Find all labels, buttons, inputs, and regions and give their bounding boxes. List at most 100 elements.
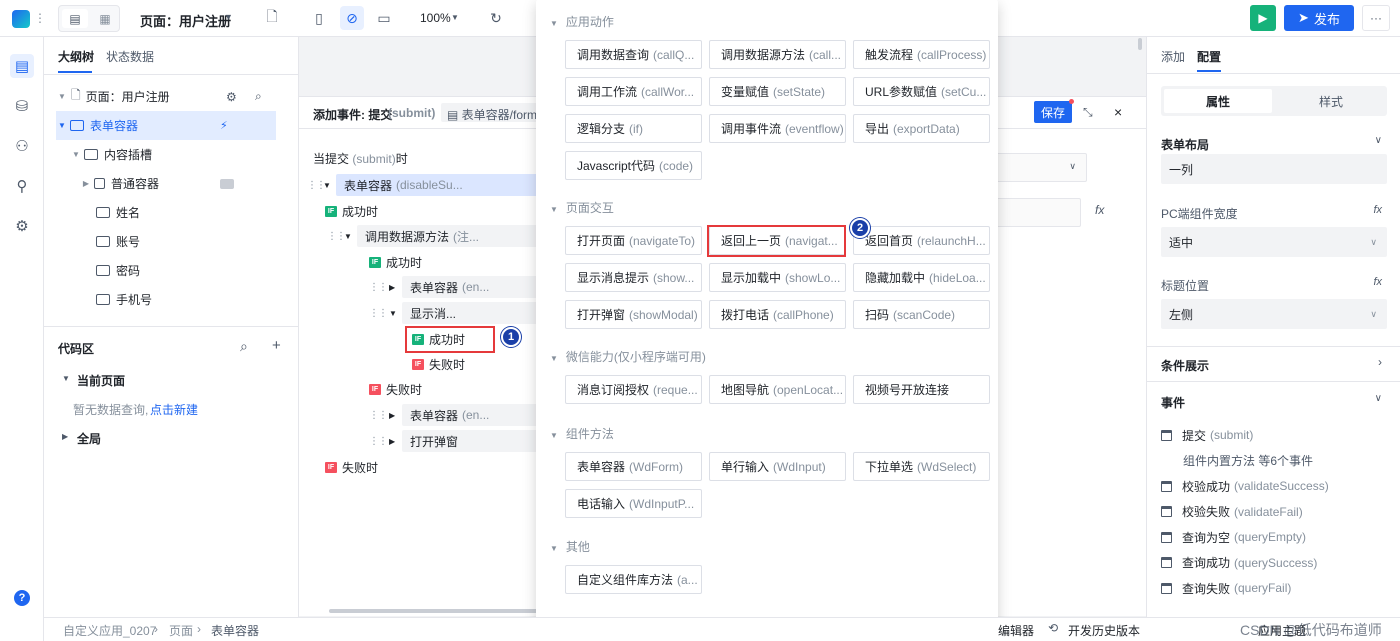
help-icon[interactable]: ? (14, 590, 30, 606)
section-title[interactable]: ▼ 页面交互 (550, 199, 614, 216)
breadcrumb-component[interactable]: 表单容器 (211, 622, 259, 639)
more-button[interactable]: ··· (1362, 5, 1390, 31)
drag-handle-icon[interactable]: ⋮⋮ (369, 302, 388, 324)
tab-state-data[interactable]: 状态数据 (106, 48, 154, 65)
outline-rail-icon[interactable]: ▤ (10, 54, 34, 78)
action-node-show-toast[interactable]: 显示消... (402, 302, 539, 324)
caret-icon[interactable]: ▼ (323, 181, 331, 190)
caret-icon[interactable]: ▼ (344, 232, 352, 241)
action-node-form-enable[interactable]: 表单容器 (en... (402, 276, 539, 298)
section-title[interactable]: ▼ 组件方法 (550, 425, 614, 442)
tree-item-phone[interactable]: 手机号 (94, 285, 314, 314)
popup-scrollbar[interactable] (1138, 38, 1142, 50)
drag-handle-icon[interactable]: ⋮⋮ (369, 404, 388, 426)
fx-icon[interactable]: fx (1373, 276, 1382, 288)
add-icon[interactable]: + (272, 337, 281, 354)
flow-icon[interactable]: ⚇ (10, 134, 34, 158)
drag-handle-icon[interactable]: ⋮⋮ (369, 276, 388, 298)
chevron-down-icon[interactable]: ▼ (224, 12, 233, 22)
action-option[interactable]: 返回首页 (relaunchH... (853, 226, 990, 255)
action-option[interactable]: 调用数据源方法 (call... (709, 40, 846, 69)
condition-display-title[interactable]: 条件展示 (1161, 357, 1209, 374)
action-node-form-enable-2[interactable]: 表单容器 (en... (402, 404, 539, 426)
search-icon[interactable]: ⌕ (255, 89, 262, 104)
action-option[interactable]: 调用工作流 (callWor... (565, 77, 702, 106)
branch-success-1[interactable]: IF 成功时 (325, 200, 378, 222)
section-title[interactable]: ▼ 微信能力(仅小程序端可用) (550, 348, 706, 365)
action-option[interactable]: 扫码 (scanCode) (853, 300, 990, 329)
action-option[interactable]: 地图导航 (openLocat... (709, 375, 846, 404)
grid-view-icon[interactable]: ▦ (92, 9, 118, 28)
action-option[interactable]: 下拉单选 (WdSelect) (853, 452, 990, 481)
page-selector[interactable]: 页面：用户注册 (140, 11, 231, 30)
logo-menu-icon[interactable]: ⋮ (34, 11, 46, 25)
settings-icon[interactable]: ⚙ (10, 214, 34, 238)
action-option[interactable]: 显示消息提示 (show... (565, 263, 702, 292)
action-option[interactable]: 电话输入 (WdInputP... (565, 489, 702, 518)
drag-handle-icon[interactable]: ⋮⋮ (307, 174, 326, 196)
fx-icon[interactable]: fx (1373, 204, 1382, 216)
tree-item-container[interactable]: ▶ 普通容器 (80, 169, 300, 198)
action-option[interactable]: 自定义组件库方法 (a... (565, 565, 702, 594)
branch-fail-3[interactable]: IF 失败时 (412, 353, 465, 375)
action-option[interactable]: Javascript代码 (code) (565, 151, 702, 180)
create-link[interactable]: 点击新建 (150, 401, 198, 418)
action-option[interactable]: 调用事件流 (eventflow) (709, 114, 846, 143)
action-node-open-modal[interactable]: 打开弹窗 (402, 430, 539, 452)
action-option[interactable]: 拨打电话 (callPhone) (709, 300, 846, 329)
action-option[interactable]: 调用数据查询 (callQ... (565, 40, 702, 69)
collapse-icon[interactable]: ⤡ (1083, 105, 1093, 120)
editor-link[interactable]: 编辑器 (998, 622, 1034, 639)
action-option[interactable]: 表单容器 (WdForm) (565, 452, 702, 481)
drag-handle-icon[interactable]: ⋮⋮ (369, 430, 388, 452)
section-title[interactable]: ▼ 其他 (550, 538, 590, 555)
outline-view-icon[interactable]: ▤ (62, 9, 88, 28)
subtab-style[interactable]: 样式 (1277, 89, 1385, 113)
action-option[interactable]: 隐藏加载中 (hideLoa... (853, 263, 990, 292)
action-option[interactable]: 打开页面 (navigateTo) (565, 226, 702, 255)
desktop-preview-icon[interactable]: ▭ (372, 6, 396, 30)
form-layout-select[interactable]: 一列 (1161, 154, 1387, 184)
action-option[interactable]: 变量赋值 (setState) (709, 77, 846, 106)
close-icon[interactable]: × (1114, 104, 1122, 120)
action-option[interactable]: 消息订阅授权 (reque... (565, 375, 702, 404)
caret-icon[interactable]: ▼ (389, 309, 397, 318)
tree-item-password[interactable]: 密码 (94, 256, 314, 285)
database-icon[interactable]: ⛁ (10, 94, 34, 118)
branch-fail-1[interactable]: IF 失败时 (325, 456, 378, 478)
action-option[interactable]: 视频号开放连接 (853, 375, 990, 404)
current-page-group[interactable]: 当前页面 (77, 372, 125, 389)
chevron-down-icon[interactable]: ∨ (1375, 135, 1382, 146)
tree-item-page[interactable]: ▼ 🗋 页面：用户注册 ⚙ ⌕ (56, 82, 276, 111)
fx-icon[interactable]: fx (1095, 203, 1104, 217)
event-item[interactable]: 查询失败 (queryFail) (1161, 579, 1291, 597)
mini-program-icon[interactable]: ⊘ (340, 6, 364, 30)
pc-width-select[interactable]: 适中 ∨ (1161, 227, 1387, 257)
action-option[interactable]: 显示加载中 (showLo... (709, 263, 846, 292)
caret-right-icon[interactable]: ▶ (389, 411, 395, 420)
settings-icon[interactable]: ⚙ (226, 90, 237, 104)
action-option[interactable]: 单行输入 (WdInput) (709, 452, 846, 481)
drag-handle-icon[interactable]: ⋮⋮ (327, 225, 346, 247)
chevron-right-icon[interactable]: › (1378, 355, 1382, 369)
tree-item-slot[interactable]: ▼ 内容插槽 (70, 140, 290, 169)
event-item[interactable]: 校验失败 (validateFail) (1161, 503, 1303, 521)
tree-item-account[interactable]: 账号 (94, 227, 314, 256)
action-option[interactable]: 触发流程 (callProcess) (853, 40, 990, 69)
action-option[interactable]: 打开弹窗 (showModal) (565, 300, 702, 329)
action-node-call-datasource[interactable]: 调用数据源方法 (注... (357, 225, 539, 247)
action-node-form-disable[interactable]: 表单容器 (disableSu... (336, 174, 539, 196)
event-item[interactable]: 提交 (submit) (1161, 426, 1253, 444)
event-item[interactable]: 查询成功 (querySuccess) (1161, 554, 1317, 572)
caret-right-icon[interactable]: ▶ (389, 437, 395, 446)
horizontal-scrollbar[interactable] (329, 609, 539, 613)
tree-item-form-container[interactable]: ▼ 表单容器 ⚡ (56, 111, 276, 140)
zoom-level[interactable]: 100% (420, 11, 451, 25)
global-group[interactable]: 全局 (77, 430, 101, 447)
event-item[interactable]: 校验成功 (validateSuccess) (1161, 477, 1329, 495)
publish-button[interactable]: ➤ 发布 (1284, 5, 1354, 31)
tree-item-name[interactable]: 姓名 (94, 198, 314, 227)
section-title[interactable]: ▼ 应用动作 (550, 13, 614, 30)
chevron-down-icon[interactable]: ∨ (1375, 393, 1382, 404)
subtab-props[interactable]: 属性 (1164, 89, 1272, 113)
